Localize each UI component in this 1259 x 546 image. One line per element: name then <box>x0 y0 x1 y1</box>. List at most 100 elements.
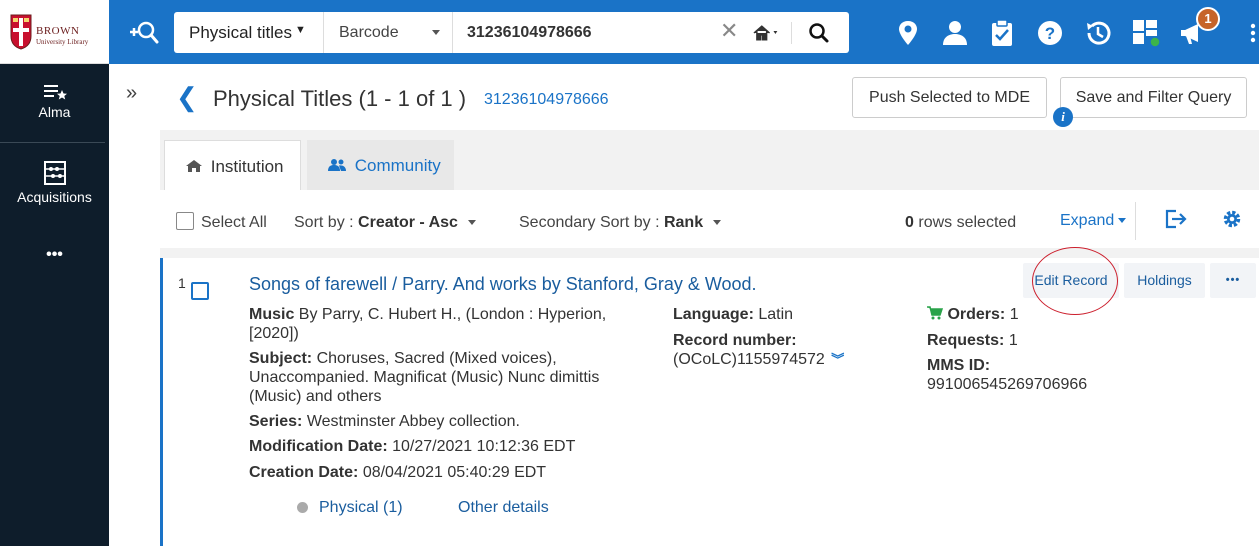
field-label: MMS ID: <box>927 357 991 374</box>
sort-dropdown[interactable]: Sort by : Creator - Asc <box>294 214 476 232</box>
nav-more-button[interactable]: ••• <box>0 246 109 264</box>
field-value: 1 <box>1008 332 1018 349</box>
left-nav: Alma Acquisitions ••• <box>0 64 109 546</box>
field-subject-cont: (Music) and others <box>249 388 382 405</box>
info-icon[interactable]: i <box>1053 107 1073 127</box>
tab-label: Institution <box>210 157 284 176</box>
svg-text:?: ? <box>1045 24 1055 43</box>
select-all-checkbox[interactable] <box>176 212 194 230</box>
location-pin-icon[interactable] <box>893 18 923 48</box>
field-label: Orders: <box>947 306 1006 323</box>
people-icon <box>328 159 346 171</box>
field-subject-cont: Unaccompanied. Magnificat (Music) Nunc d… <box>249 369 600 386</box>
export-icon[interactable] <box>1164 208 1188 230</box>
field-label: Language: <box>673 306 754 323</box>
caret-down-icon <box>432 30 440 35</box>
field-value: 10/27/2021 10:12:36 EDT <box>392 438 576 455</box>
page-title: Physical Titles (1 - 1 of 1 ) <box>213 86 467 111</box>
secondary-sort-label: Secondary Sort by : <box>519 214 660 231</box>
result-index: 1 <box>178 275 186 291</box>
expand-facets-icon[interactable]: » <box>126 82 137 105</box>
rows-selected-status: 0 rows selected <box>905 214 1016 232</box>
nav-item-acquisitions[interactable]: Acquisitions <box>0 160 109 205</box>
field-record-number-value: (OCoLC)1155974572 ︾ <box>673 350 844 369</box>
menu-star-icon <box>43 85 67 100</box>
settings-gear-icon[interactable] <box>1221 208 1243 230</box>
secondary-sort-value: Rank <box>663 214 704 231</box>
back-chevron-icon[interactable]: ❮ <box>176 84 198 110</box>
field-orders: Orders: 1 <box>927 305 1019 324</box>
tab-community[interactable]: Community <box>307 140 454 190</box>
expand-dropdown[interactable]: Expand <box>1060 212 1127 230</box>
field-language: Language: Latin <box>673 305 793 324</box>
secondary-sort-dropdown[interactable]: Secondary Sort by : Rank <box>519 214 722 232</box>
results-toolbar: Select All Sort by : Creator - Asc Secon… <box>160 190 1259 248</box>
field-label: Modification Date: <box>249 438 388 455</box>
nav-item-alma[interactable]: Alma <box>0 82 109 120</box>
logo-title: BROWN <box>36 25 80 37</box>
caret-down-icon <box>467 220 476 226</box>
field-label: Record number: <box>673 332 797 349</box>
field-value: Choruses, Sacred (Mixed voices), <box>316 350 557 367</box>
main-content: ❮ Physical Titles (1 - 1 of 1 ) 31236104… <box>160 64 1259 546</box>
search-scope-dropdown[interactable]: Physical titles ▼ <box>174 12 324 53</box>
field-value: 08/04/2021 05:40:29 EDT <box>362 464 547 481</box>
result-row: 1 Songs of farewell / Parry. And works b… <box>160 247 1259 546</box>
more-options-icon[interactable] <box>1249 18 1257 48</box>
search-bar: Physical titles ▼ Barcode 31236104978666… <box>174 12 849 53</box>
widgets-dashboard-icon[interactable] <box>1131 18 1161 48</box>
expand-label: Expand <box>1060 212 1115 229</box>
result-title-link[interactable]: Songs of farewell / Parry. And works by … <box>249 274 757 295</box>
field-label: Subject: <box>249 350 313 367</box>
field-music-cont: [2020]) <box>249 325 299 342</box>
tab-label: Community <box>354 156 441 175</box>
field-requests: Requests: 1 <box>927 331 1018 350</box>
history-icon[interactable] <box>1083 18 1113 48</box>
tab-institution[interactable]: Institution <box>164 140 301 190</box>
expand-more-icon[interactable]: ︾ <box>831 352 844 367</box>
search-field-dropdown[interactable]: Barcode <box>324 12 453 53</box>
search-scope-label: Physical titles <box>189 23 292 42</box>
save-filter-query-button[interactable]: Save and Filter Query <box>1060 77 1247 118</box>
field-value: Westminster Abbey collection. <box>306 413 520 430</box>
result-checkbox[interactable] <box>191 282 209 300</box>
field-label: Creation Date: <box>249 464 359 481</box>
search-query-breadcrumb[interactable]: 31236104978666 <box>484 91 609 109</box>
logo-subtitle: University Library <box>36 38 89 46</box>
help-icon[interactable]: ? <box>1035 18 1065 48</box>
select-all-label[interactable]: Select All <box>201 214 267 232</box>
holdings-button[interactable]: Holdings <box>1124 263 1205 298</box>
physical-inventory-link[interactable]: Physical (1) <box>297 498 403 517</box>
field-music: Music By Parry, C. Hubert H., (London : … <box>249 305 606 324</box>
field-mms-id-label: MMS ID: <box>927 356 990 375</box>
row-more-actions-button[interactable]: ••• <box>1210 263 1256 298</box>
sort-label: Sort by : <box>294 214 354 231</box>
tasks-clipboard-icon[interactable] <box>987 18 1017 48</box>
caret-down-icon: ▼ <box>295 24 306 36</box>
push-to-mde-button[interactable]: Push Selected to MDE <box>852 77 1047 118</box>
brown-shield-icon <box>10 14 32 50</box>
rows-selected-text: rows selected <box>918 214 1017 231</box>
user-icon[interactable] <box>940 18 970 48</box>
clear-search-icon[interactable]: ✕ <box>720 20 738 42</box>
search-icon[interactable] <box>804 20 834 46</box>
persistent-search-icon[interactable] <box>128 18 160 48</box>
search-input[interactable]: 31236104978666 <box>467 24 592 42</box>
field-subject: Subject: Choruses, Sacred (Mixed voices)… <box>249 349 557 368</box>
page-header: ❮ Physical Titles (1 - 1 of 1 ) 31236104… <box>160 64 1259 130</box>
highlight-circle-annotation <box>1032 247 1118 315</box>
search-field-label: Barcode <box>339 24 399 41</box>
sort-value: Creator - Asc <box>358 214 458 231</box>
home-scope-icon[interactable] <box>752 22 792 44</box>
rows-selected-count: 0 <box>905 214 914 231</box>
other-details-link[interactable]: Other details <box>458 498 549 517</box>
brown-library-logo[interactable]: BROWN University Library <box>0 0 109 64</box>
field-modification-date: Modification Date: 10/27/2021 10:12:36 E… <box>249 437 575 456</box>
status-dot-icon <box>297 502 308 513</box>
field-record-number-label: Record number: <box>673 331 797 350</box>
field-label: Series: <box>249 413 303 430</box>
physical-link-label: Physical (1) <box>319 499 403 516</box>
caret-down-icon <box>713 220 722 226</box>
shopping-cart-icon <box>927 306 944 320</box>
field-series: Series: Westminster Abbey collection. <box>249 412 520 431</box>
